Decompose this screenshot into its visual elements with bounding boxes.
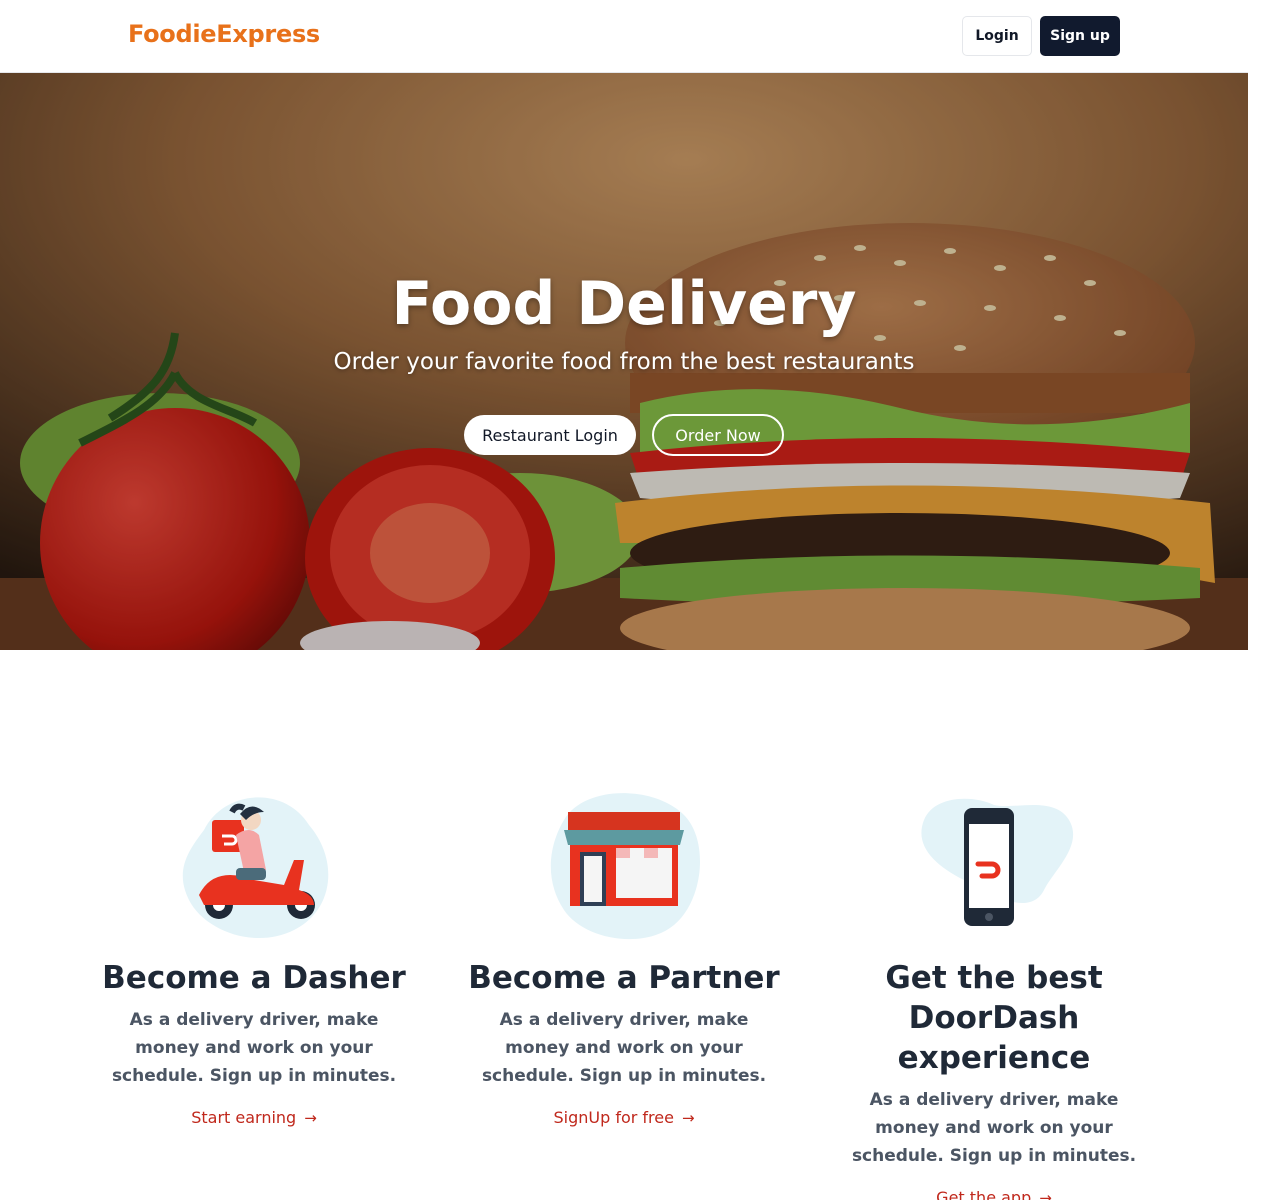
arrow-right-icon: →: [304, 1109, 317, 1127]
feature-description: As a delivery driver, make money and wor…: [481, 1010, 767, 1086]
restaurant-login-button[interactable]: Restaurant Login: [464, 415, 636, 455]
feature-title: Get the best DoorDash experience: [885, 960, 1103, 1076]
feature-card-dasher: Become a Dasher As a delivery driver, ma…: [94, 790, 414, 1127]
login-button[interactable]: Login: [962, 16, 1032, 56]
brand-logo[interactable]: FoodieExpress: [128, 20, 320, 48]
start-earning-link[interactable]: Start earning →: [191, 1108, 317, 1127]
storefront-icon: [544, 790, 704, 940]
hero-subtitle: Order your favorite food from the best r…: [333, 349, 915, 375]
feature-description: As a delivery driver, make money and wor…: [111, 1010, 397, 1086]
arrow-right-icon: →: [1039, 1189, 1052, 1200]
order-now-button[interactable]: Order Now: [652, 414, 784, 456]
feature-card-app: Get the best DoorDash experience As a de…: [834, 790, 1154, 1200]
signup-free-link[interactable]: SignUp for free →: [553, 1108, 694, 1127]
hero-title: Food Delivery: [391, 269, 857, 339]
feature-title: Become a Partner: [468, 960, 780, 996]
get-app-link[interactable]: Get the app →: [936, 1188, 1052, 1200]
feature-title: Become a Dasher: [102, 960, 406, 996]
phone-app-icon: [914, 790, 1074, 940]
arrow-right-icon: →: [681, 1109, 695, 1127]
signup-button[interactable]: Sign up: [1040, 16, 1120, 56]
hero-banner: Food Delivery Order your favorite food f…: [0, 73, 1248, 650]
top-nav: FoodieExpress Login Sign up: [0, 0, 1248, 73]
feature-description: As a delivery driver, make money and wor…: [851, 1090, 1137, 1166]
feature-card-partner: Become a Partner As a delivery driver, m…: [464, 790, 784, 1127]
scooter-courier-icon: [174, 790, 334, 940]
